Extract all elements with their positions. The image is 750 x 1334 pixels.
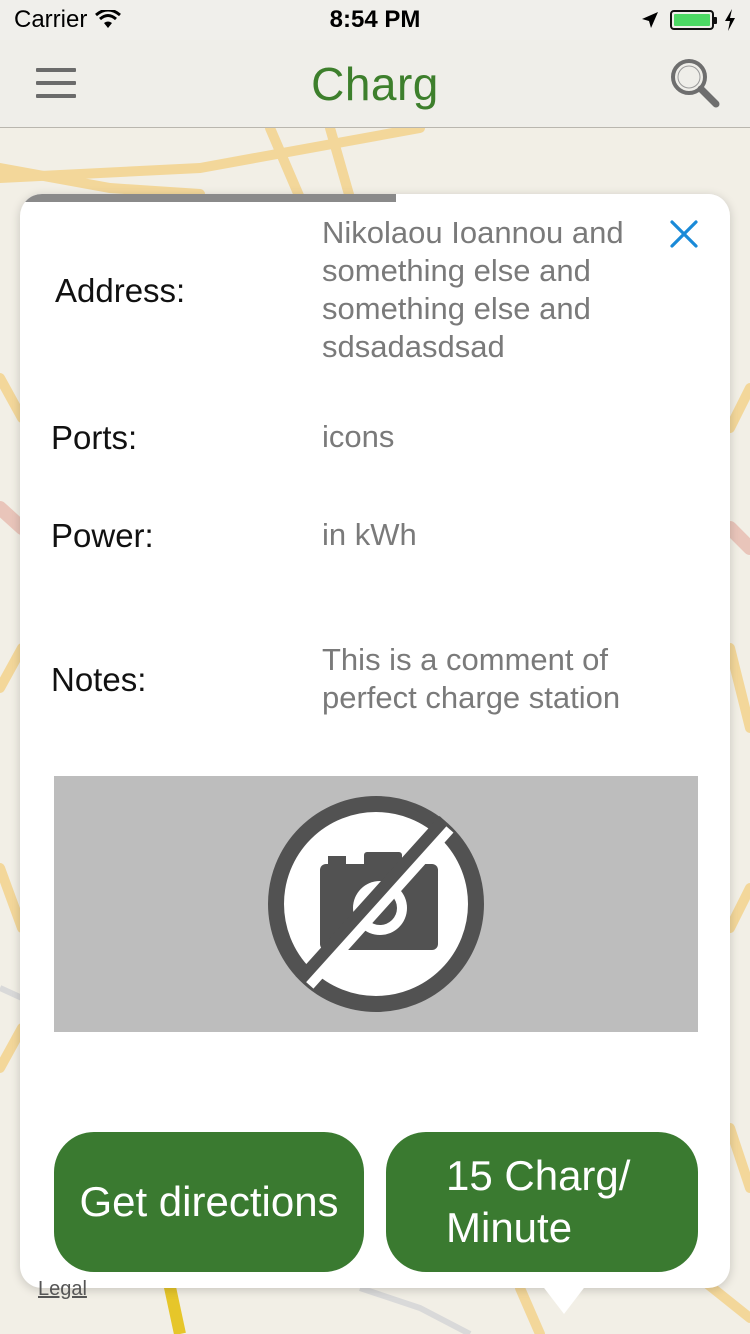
ports-label: Ports: [51, 419, 138, 456]
status-right [476, 9, 736, 31]
status-left: Carrier [14, 6, 274, 34]
battery-icon [669, 10, 717, 30]
carrier-label: Carrier [14, 6, 88, 33]
app-title: Charg [311, 57, 439, 110]
address-value: Nikolaou Ioannou and something else and … [322, 215, 624, 364]
notes-label: Notes: [51, 661, 147, 698]
power-label: Power: [51, 517, 154, 554]
charging-bolt-icon [724, 9, 735, 31]
hamburger-menu-icon[interactable] [36, 68, 76, 98]
search-icon[interactable] [668, 56, 720, 108]
power-value: in kWh [322, 517, 417, 552]
no-camera-icon [268, 796, 484, 1012]
legal-link[interactable]: Legal [38, 1278, 87, 1301]
callout-pointer [538, 1280, 590, 1314]
address-label: Address: [55, 272, 186, 309]
station-photo-placeholder [54, 776, 698, 1032]
notes-value: This is a comment of perfect charge stat… [322, 642, 621, 715]
get-directions-button[interactable]: Get directions [54, 1132, 364, 1272]
status-time: 8:54 PM [329, 6, 421, 33]
status-bar: Carrier 8:54 PM [0, 0, 750, 40]
station-detail-card: Address: Nikolaou Ioannou and something … [20, 194, 730, 1288]
progress-track [20, 194, 730, 202]
wifi-icon [95, 10, 122, 28]
ports-value: icons [322, 419, 395, 454]
nav-bar: Charg [0, 40, 750, 128]
location-arrow-icon [641, 12, 658, 28]
progress-fill [20, 194, 397, 202]
close-icon[interactable] [668, 218, 700, 250]
price-per-minute-button[interactable]: 15 Charg/ Minute [386, 1132, 698, 1272]
